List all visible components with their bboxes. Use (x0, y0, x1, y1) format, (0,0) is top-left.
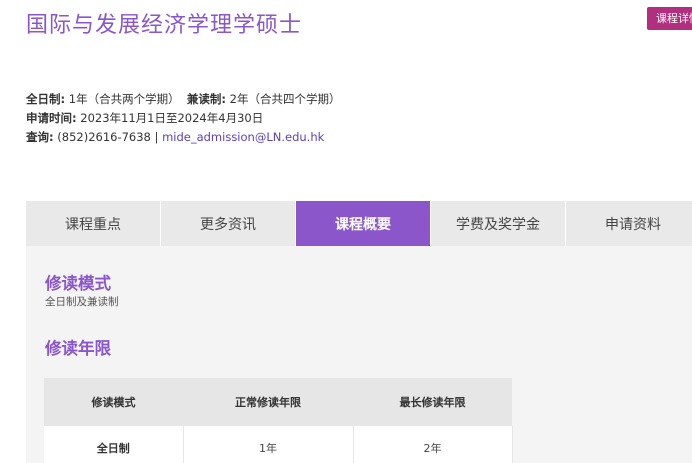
tab-application[interactable]: 申请资料 (566, 201, 692, 246)
page-title: 国际与发展经济学理学硕士 (26, 13, 303, 38)
table-row: 全日制 1年 2年 (44, 426, 513, 463)
study-duration-title: 修读年限 (45, 339, 111, 358)
enquiry-row: 查询: (852)2616-7638 | mide_admission@LN.e… (26, 128, 341, 147)
enquiry-phone: (852)2616-7638 | (53, 130, 163, 144)
table-cell: 2年 (353, 426, 513, 463)
fulltime-label: 全日制: (26, 92, 66, 106)
tab-fees-scholarships[interactable]: 学费及奖学金 (431, 201, 566, 246)
tab-bar: 课程重点 更多资讯 课程概要 学费及奖学金 申请资料 (26, 201, 692, 255)
parttime-value: 2年（合共四个学期） (226, 92, 341, 106)
tab-content-panel: 修读模式 全日制及兼读制 修读年限 修读模式 正常修读年限 最长修读年限 全日制… (26, 246, 692, 463)
tab-highlights[interactable]: 课程重点 (26, 201, 161, 246)
fulltime-value: 1年（合共两个学期） (65, 92, 180, 106)
enquiry-email-link[interactable]: mide_admission@LN.edu.hk (162, 130, 324, 144)
tab-more-info[interactable]: 更多资讯 (161, 201, 296, 246)
study-mode-text: 全日制及兼读制 (45, 296, 119, 308)
table-header-cell: 正常修读年限 (183, 378, 353, 426)
duration-row: 全日制: 1年（合共两个学期） 兼读制: 2年（合共四个学期） (26, 90, 341, 109)
application-period-row: 申请时间: 2023年11月1日至2024年4月30日 (26, 109, 341, 128)
course-detail-button[interactable]: 课程详情 (647, 7, 692, 30)
apply-value: 2023年11月1日至2024年4月30日 (76, 111, 264, 125)
duration-table: 修读模式 正常修读年限 最长修读年限 全日制 1年 2年 (44, 378, 513, 463)
table-header-cell: 最长修读年限 (353, 378, 512, 426)
tab-overview[interactable]: 课程概要 (296, 201, 431, 255)
table-header-row: 修读模式 正常修读年限 最长修读年限 (44, 378, 512, 426)
parttime-label: 兼读制: (186, 92, 227, 106)
table-header-cell: 修读模式 (44, 378, 183, 426)
apply-label: 申请时间: (26, 111, 77, 125)
table-cell: 1年 (183, 426, 354, 463)
table-cell: 全日制 (44, 426, 184, 463)
study-mode-title: 修读模式 (45, 274, 111, 293)
programme-info: 全日制: 1年（合共两个学期） 兼读制: 2年（合共四个学期） 申请时间: 20… (26, 90, 341, 147)
enquiry-label: 查询: (26, 130, 54, 144)
